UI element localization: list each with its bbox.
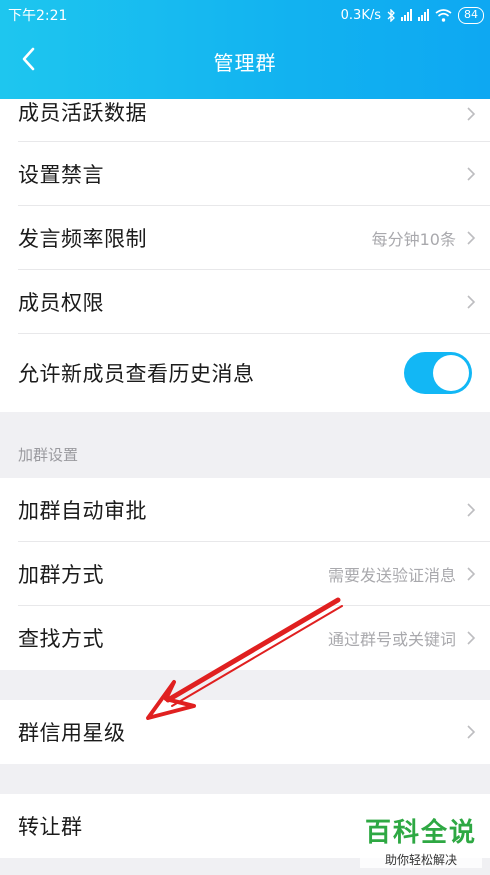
chevron-right-icon <box>467 725 476 739</box>
row-group-credit-rating[interactable]: 群信用星级 <box>0 700 490 764</box>
nav-bar: 管理群 <box>0 30 490 99</box>
chevron-right-icon <box>467 631 476 645</box>
row-label: 发言频率限制 <box>18 227 147 251</box>
page-title: 管理群 <box>213 51 277 75</box>
status-icons: 0.3K/s 84 <box>340 6 484 24</box>
row-label: 加群自动审批 <box>18 499 147 523</box>
chevron-right-icon <box>467 106 476 121</box>
row-search-method[interactable]: 查找方式 通过群号或关键词 <box>0 606 490 670</box>
chevron-right-icon <box>467 567 476 581</box>
wifi-icon <box>435 8 452 22</box>
chevron-right-icon <box>467 295 476 309</box>
row-label: 群信用星级 <box>18 721 126 745</box>
row-member-activity[interactable]: 成员活跃数据 <box>0 99 490 142</box>
row-label: 成员权限 <box>18 291 104 315</box>
row-label: 加群方式 <box>18 563 104 587</box>
chevron-right-icon <box>467 503 476 517</box>
network-speed: 0.3K/s <box>340 7 381 23</box>
signal-icon-2 <box>418 9 429 21</box>
settings-list: 成员活跃数据 设置禁言 发言频率限制 每分钟10条 成员权限 允许新成员查看历史… <box>0 99 490 858</box>
toggle-knob <box>433 355 469 391</box>
chevron-right-icon <box>467 167 476 181</box>
row-join-method[interactable]: 加群方式 需要发送验证消息 <box>0 542 490 606</box>
row-auto-approve[interactable]: 加群自动审批 <box>0 478 490 542</box>
back-arrow-icon[interactable] <box>16 44 44 74</box>
row-label: 查找方式 <box>18 627 104 651</box>
row-label: 成员活跃数据 <box>18 100 147 125</box>
watermark: 百科全说 助你轻松解决 <box>360 812 482 868</box>
row-label: 允许新成员查看历史消息 <box>18 362 255 386</box>
row-history-visibility: 允许新成员查看历史消息 <box>0 334 490 412</box>
group-management: 成员活跃数据 设置禁言 发言频率限制 每分钟10条 成员权限 允许新成员查看历史… <box>0 99 490 412</box>
row-mute-settings[interactable]: 设置禁言 <box>0 142 490 206</box>
row-value: 每分钟10条 <box>371 230 456 249</box>
status-bar: 下午2:21 0.3K/s 84 <box>0 0 490 30</box>
row-value: 需要发送验证消息 <box>327 566 456 585</box>
group-credit: 群信用星级 <box>0 700 490 764</box>
bluetooth-icon <box>387 8 395 22</box>
battery-icon: 84 <box>458 6 484 24</box>
status-time: 下午2:21 <box>8 8 68 24</box>
row-message-rate-limit[interactable]: 发言频率限制 每分钟10条 <box>0 206 490 270</box>
row-member-permissions[interactable]: 成员权限 <box>0 270 490 334</box>
watermark-title: 百科全说 <box>364 818 477 848</box>
row-value: 通过群号或关键词 <box>327 630 456 649</box>
group-join-settings: 加群自动审批 加群方式 需要发送验证消息 查找方式 通过群号或关键词 <box>0 478 490 670</box>
row-label: 设置禁言 <box>18 163 104 187</box>
header: 下午2:21 0.3K/s 84 管理群 <box>0 0 490 99</box>
section-header-join: 加群设置 <box>18 446 79 464</box>
chevron-right-icon <box>467 231 476 245</box>
signal-icon <box>401 9 412 21</box>
history-toggle-switch[interactable] <box>404 352 472 394</box>
watermark-subtitle: 助你轻松解决 <box>360 851 482 868</box>
